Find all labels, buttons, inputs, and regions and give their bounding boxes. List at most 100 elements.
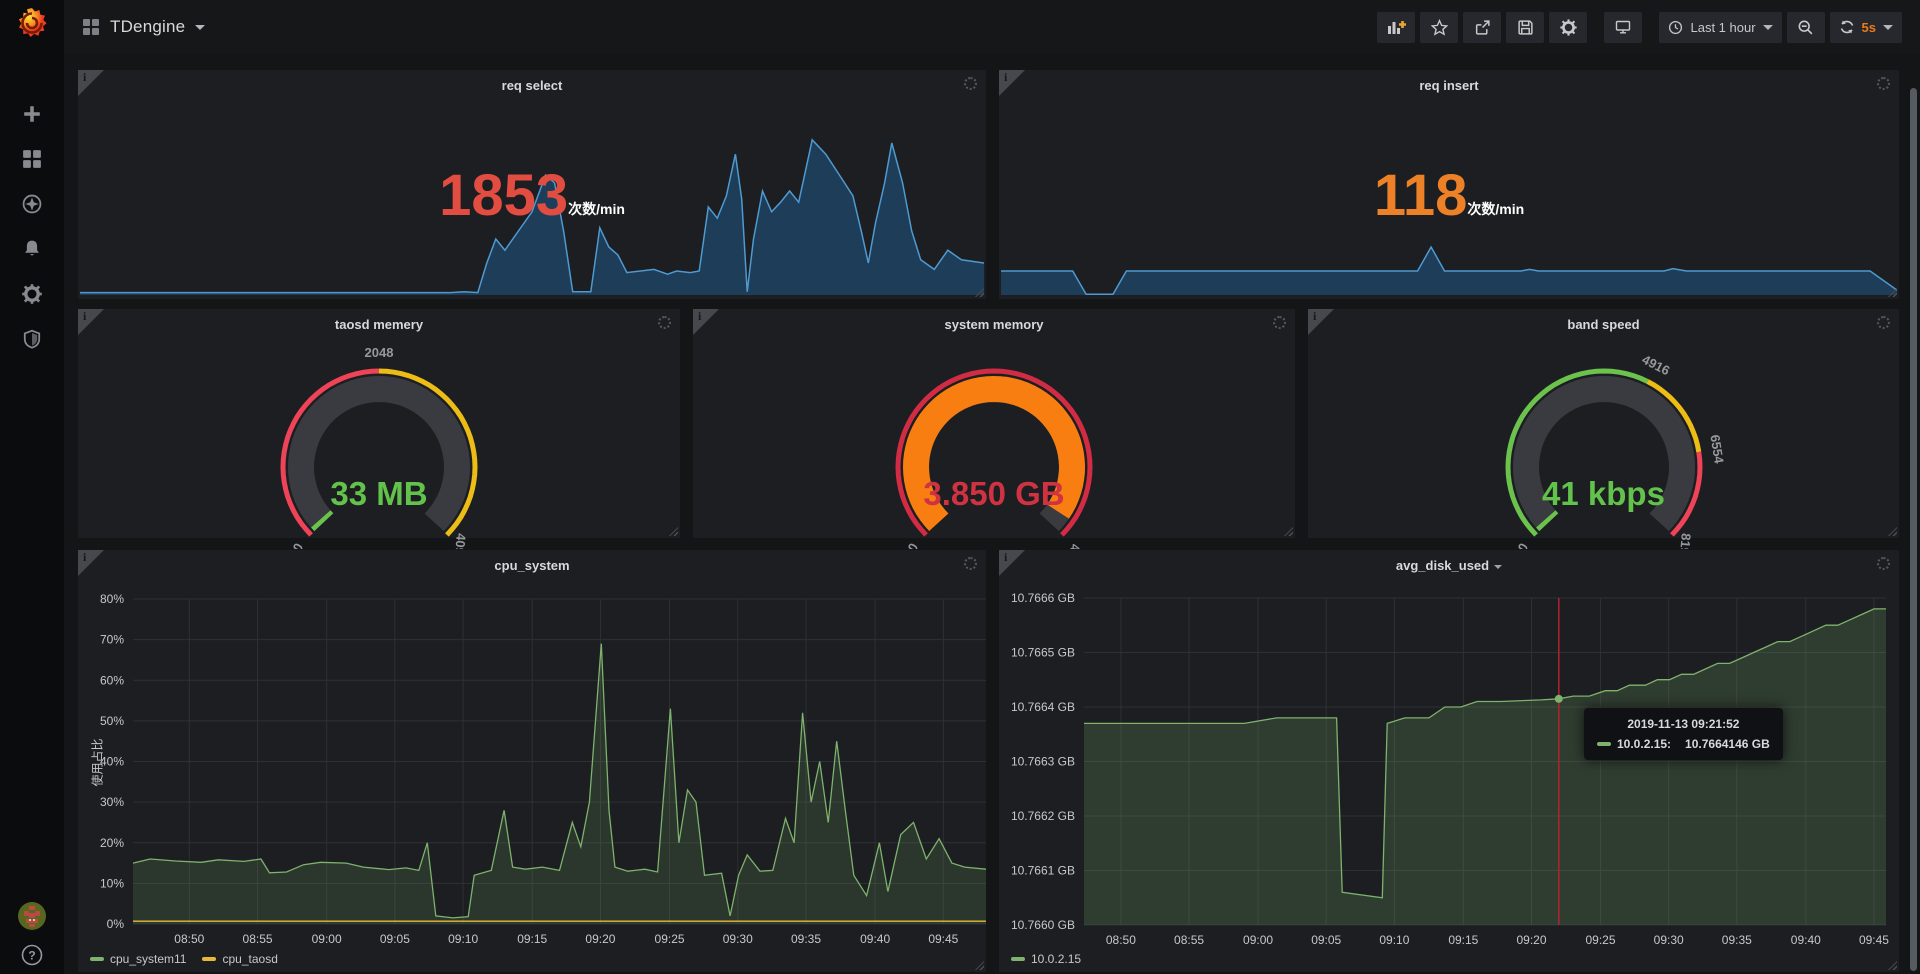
scrollbar-thumb[interactable] (1910, 88, 1917, 971)
panel-loading-spinner-icon (1877, 316, 1890, 329)
panel-title[interactable]: taosd memery (108, 317, 650, 332)
sidebar-item-configuration[interactable] (22, 284, 42, 304)
help-icon[interactable]: ? (21, 944, 43, 966)
svg-text:50%: 50% (100, 714, 124, 728)
gauge-value: 3.850 GB (834, 475, 1154, 513)
zoom-out-button[interactable] (1787, 12, 1825, 43)
grafana-dashboard: ? TDengine (0, 0, 1920, 974)
svg-text:30%: 30% (100, 795, 124, 809)
svg-text:08:50: 08:50 (174, 932, 204, 946)
sidebar-item-dashboards[interactable] (22, 149, 42, 169)
panel-title[interactable]: req insert (1029, 78, 1869, 93)
share-button[interactable] (1463, 12, 1501, 43)
svg-text:09:00: 09:00 (1243, 933, 1273, 947)
panel-loading-spinner-icon (1273, 316, 1286, 329)
gauge-value: 41 kbps (1444, 475, 1764, 513)
time-series-chart: 08:5008:5509:0009:0509:1009:1509:2009:25… (999, 550, 1899, 972)
svg-text:10.7660 GB: 10.7660 GB (1011, 918, 1075, 932)
svg-text:10.7664 GB: 10.7664 GB (1011, 700, 1075, 714)
svg-text:09:05: 09:05 (1311, 933, 1341, 947)
sidebar-item-explore[interactable] (22, 194, 42, 214)
sidebar-item-alerting[interactable] (22, 239, 42, 259)
svg-text:09:30: 09:30 (723, 932, 753, 946)
time-range-label: Last 1 hour (1690, 20, 1755, 35)
svg-text:09:15: 09:15 (517, 932, 547, 946)
dashboard-title-button[interactable]: TDengine (64, 17, 205, 37)
gauge-chart: 0491665548192 41 kbps (1444, 349, 1764, 545)
time-range-picker[interactable]: Last 1 hour (1659, 12, 1781, 43)
add-panel-button[interactable] (1377, 12, 1415, 43)
svg-text:09:10: 09:10 (1379, 933, 1409, 947)
panel-info-corner-icon[interactable]: i (999, 70, 1025, 96)
svg-text:10.7666 GB: 10.7666 GB (1011, 591, 1075, 605)
legend-marker (202, 957, 216, 961)
legend-item[interactable]: 10.0.2.15 (1011, 952, 1081, 966)
monitor-icon (1614, 19, 1632, 35)
svg-text:09:00: 09:00 (312, 932, 342, 946)
svg-text:60%: 60% (100, 673, 124, 687)
chevron-down-icon (1883, 25, 1893, 30)
svg-text:?: ? (28, 949, 35, 963)
gauge-chart: 04 3.850 GB (834, 349, 1154, 545)
svg-text:09:20: 09:20 (1517, 933, 1547, 947)
panel-loading-spinner-icon (658, 316, 671, 329)
panel-title[interactable]: system memory (723, 317, 1265, 332)
panel-info-corner-icon[interactable]: i (78, 309, 104, 335)
svg-text:70%: 70% (100, 633, 124, 647)
svg-text:10%: 10% (100, 876, 124, 890)
sidebar-item-server-admin[interactable] (22, 329, 42, 349)
save-icon (1517, 19, 1534, 36)
panel-info-corner-icon[interactable]: i (693, 309, 719, 335)
svg-text:09:25: 09:25 (1585, 933, 1615, 947)
star-button[interactable] (1420, 12, 1458, 43)
svg-text:08:50: 08:50 (1106, 933, 1136, 947)
svg-text:09:35: 09:35 (1722, 933, 1752, 947)
svg-text:80%: 80% (100, 592, 124, 606)
chart-tooltip: 2019-11-13 09:21:52 10.0.2.15: 10.766414… (1584, 708, 1783, 760)
panel-title[interactable]: band speed (1338, 317, 1869, 332)
panel-title[interactable]: req select (108, 78, 956, 93)
panel-info-corner-icon[interactable]: i (1308, 309, 1334, 335)
tooltip-series-name: 10.0.2.15: (1617, 737, 1671, 751)
gauge-chart: 020484096 33 MB (219, 349, 539, 545)
svg-text:2048: 2048 (365, 345, 394, 360)
chevron-down-icon (195, 25, 205, 30)
panel-resize-handle[interactable] (1888, 527, 1897, 536)
svg-text:10.7662 GB: 10.7662 GB (1011, 809, 1075, 823)
panel-system-memory: i system memory 04 3.850 GB (692, 308, 1296, 539)
tv-mode-button[interactable] (1604, 12, 1642, 43)
svg-text:09:45: 09:45 (928, 932, 958, 946)
sidebar: ? (0, 0, 64, 974)
legend-item[interactable]: cpu_taosd (202, 952, 277, 966)
save-button[interactable] (1506, 12, 1544, 43)
refresh-interval-label: 5s (1862, 20, 1876, 35)
add-panel-icon (1387, 19, 1406, 35)
panel-resize-handle[interactable] (1284, 527, 1293, 536)
svg-text:0%: 0% (107, 917, 125, 931)
tooltip-series-marker (1597, 742, 1611, 746)
panel-info-corner-icon[interactable]: i (78, 70, 104, 96)
refresh-picker[interactable]: 5s (1830, 12, 1902, 43)
gauge-value: 33 MB (219, 475, 539, 513)
refresh-icon (1839, 19, 1855, 35)
legend-marker (90, 957, 104, 961)
panel-loading-spinner-icon (964, 77, 977, 90)
svg-text:10.7665 GB: 10.7665 GB (1011, 646, 1075, 660)
panel-cpu-system: i cpu_system 使用占比 08:5008:5509:0009:0509… (77, 549, 987, 973)
user-avatar[interactable] (17, 901, 47, 931)
svg-text:10.7663 GB: 10.7663 GB (1011, 755, 1075, 769)
clock-icon (1668, 20, 1683, 35)
grafana-logo-icon[interactable] (16, 7, 48, 39)
legend-marker (1011, 957, 1025, 961)
sidebar-item-create[interactable] (22, 104, 42, 124)
legend-item[interactable]: cpu_system11 (90, 952, 186, 966)
share-icon (1474, 19, 1491, 36)
panel-req-select: i req select 1853 次数/min (77, 69, 987, 300)
svg-text:09:40: 09:40 (860, 932, 890, 946)
panel-info-corner-icon[interactable]: i (999, 550, 1025, 576)
panel-taosd-memory: i taosd memery 020484096 33 MB (77, 308, 681, 539)
dashboard-settings-button[interactable] (1549, 12, 1587, 43)
svg-text:09:15: 09:15 (1448, 933, 1478, 947)
panel-info-corner-icon[interactable]: i (78, 550, 104, 576)
panel-resize-handle[interactable] (669, 527, 678, 536)
